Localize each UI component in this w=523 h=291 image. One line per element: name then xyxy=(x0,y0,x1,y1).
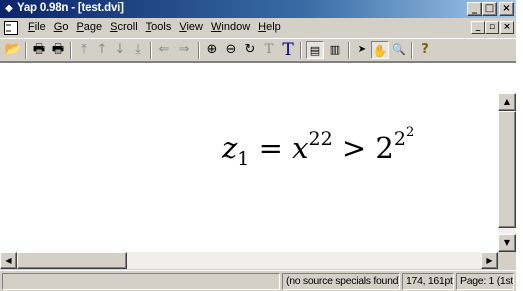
menu-bar: ═ ═ File Go Page Scroll Tools View Window… xyxy=(0,18,516,38)
font-small-icon[interactable]: T xyxy=(260,41,278,59)
menu-items: File Go Page Scroll Tools View Window He… xyxy=(24,21,285,33)
caption-buttons: _ □ × xyxy=(467,2,514,16)
formula-variable-x: x xyxy=(292,131,309,165)
menu-help-mnemonic: H xyxy=(258,21,267,33)
formula-equals: = xyxy=(258,131,283,165)
back-icon[interactable]: ⇐ xyxy=(155,41,173,59)
formula-tower-exponent-top: 2 xyxy=(405,125,415,140)
menu-window-mnemonic: W xyxy=(211,21,222,33)
menu-tools-label: ools xyxy=(151,21,172,33)
formula-x-exponent: 22 xyxy=(308,128,333,150)
scrollbar-corner xyxy=(498,252,516,269)
menu-page[interactable]: Page xyxy=(72,21,106,33)
help-icon[interactable]: ? xyxy=(416,41,434,59)
menu-help[interactable]: Help xyxy=(254,21,285,33)
menu-go-label: o xyxy=(62,21,69,33)
menu-file-mnemonic: F xyxy=(28,21,35,33)
formula-tower-exponent: 22 xyxy=(393,125,415,150)
yap-window: ◆ Yap 0.98n - [test.dvi] _ □ × ═ ═ File G… xyxy=(0,0,516,291)
menu-window-label: indow xyxy=(221,21,251,33)
formula-variable-z: z xyxy=(222,131,238,165)
toolbar-separator xyxy=(198,42,200,59)
status-bar: (no source specials found) 174, 161pt Pa… xyxy=(0,270,516,291)
horizontal-scroll-thumb[interactable] xyxy=(17,252,127,269)
menu-view[interactable]: View xyxy=(175,21,207,33)
maximize-button[interactable]: □ xyxy=(482,2,497,16)
refresh-icon[interactable]: ↻ xyxy=(241,41,259,59)
toolbar-separator xyxy=(348,42,350,59)
formula-subscript: 1 xyxy=(237,148,250,170)
menu-file[interactable]: File xyxy=(24,21,50,33)
scroll-up-icon[interactable]: ▲ xyxy=(498,93,516,111)
toolbar-separator xyxy=(150,42,152,59)
menu-scroll[interactable]: Scroll xyxy=(106,21,142,33)
formula-greater-than: > xyxy=(341,131,367,165)
formula-base: 2 xyxy=(375,131,394,165)
document-restore-button[interactable]: ▫ xyxy=(485,21,499,34)
open-folder-icon[interactable]: 📂 xyxy=(4,41,22,59)
horizontal-scrollbar[interactable]: ◀ ▶ xyxy=(0,252,516,269)
toolbar-separator xyxy=(300,42,302,59)
status-coordinates: 174, 161pt xyxy=(402,273,454,290)
menu-scroll-label: croll xyxy=(117,21,138,33)
yap-app-icon[interactable]: ◆ xyxy=(3,3,15,15)
status-page: Page: 1 (1st xyxy=(456,273,514,290)
document-system-menu-icon[interactable]: ═ ═ xyxy=(4,21,18,35)
arrow-pointer-icon[interactable]: ➤ xyxy=(353,41,371,59)
desktop-edge xyxy=(516,0,523,291)
zoom-in-icon[interactable]: ⊕ xyxy=(203,41,221,59)
close-button[interactable]: × xyxy=(499,2,514,16)
vertical-scroll-thumb[interactable] xyxy=(498,111,516,228)
document-caption-buttons: _ ▫ × xyxy=(471,21,514,34)
zoom-out-icon[interactable]: ⊖ xyxy=(222,41,240,59)
scroll-left-icon[interactable]: ◀ xyxy=(0,252,17,269)
document-close-button[interactable]: × xyxy=(500,21,514,34)
toolbar: 📂 🖶 🖶 ⤒ ↑ ↓ ⤓ ⇐ ⇒ ⊕ ⊖ ↻ T T ▤ ▥ ➤ ✋ 🔍 ? xyxy=(0,38,516,62)
single-page-icon[interactable]: ▤ xyxy=(306,41,324,59)
double-page-icon[interactable]: ▥ xyxy=(326,41,344,59)
menu-page-mnemonic: P xyxy=(76,21,84,33)
print-icon[interactable]: 🖶 xyxy=(30,41,48,59)
toolbar-separator xyxy=(411,42,413,59)
menu-view-label: iew xyxy=(186,21,203,33)
menu-tools[interactable]: Tools xyxy=(142,21,176,33)
document-view[interactable]: z1 = x22 > 222 xyxy=(0,62,516,252)
minimize-button[interactable]: _ xyxy=(467,2,482,16)
previous-page-icon[interactable]: ↑ xyxy=(93,41,111,59)
toolbar-separator xyxy=(70,42,72,59)
status-message-panel xyxy=(2,273,280,290)
first-page-icon[interactable]: ⤒ xyxy=(75,41,93,59)
print-setup-icon[interactable]: 🖶 xyxy=(49,41,67,59)
font-large-icon[interactable]: T xyxy=(279,41,297,59)
menu-window[interactable]: Window xyxy=(207,21,254,33)
menu-file-label: ile xyxy=(34,21,46,33)
window-title: Yap 0.98n - [test.dvi] xyxy=(17,2,124,14)
next-page-icon[interactable]: ↓ xyxy=(111,41,129,59)
hand-tool-icon[interactable]: ✋ xyxy=(371,41,389,59)
scroll-right-icon[interactable]: ▶ xyxy=(481,252,498,269)
status-source-specials: (no source specials found) xyxy=(282,273,400,290)
last-page-icon[interactable]: ⤓ xyxy=(129,41,147,59)
scroll-down-icon[interactable]: ▼ xyxy=(498,234,516,252)
title-bar[interactable]: ◆ Yap 0.98n - [test.dvi] _ □ × xyxy=(0,0,516,18)
math-formula: z1 = x22 > 222 xyxy=(222,125,414,170)
menu-help-label: elp xyxy=(266,21,281,33)
vertical-scrollbar[interactable]: ▲ ▼ xyxy=(498,93,516,252)
toolbar-separator xyxy=(25,42,27,59)
formula-tower-exponent-base: 2 xyxy=(393,128,406,150)
forward-icon[interactable]: ⇒ xyxy=(175,41,193,59)
menu-go[interactable]: Go xyxy=(50,21,73,33)
menu-page-label: age xyxy=(83,21,103,33)
magnifier-icon[interactable]: 🔍 xyxy=(390,41,408,59)
document-minimize-button[interactable]: _ xyxy=(471,21,485,34)
